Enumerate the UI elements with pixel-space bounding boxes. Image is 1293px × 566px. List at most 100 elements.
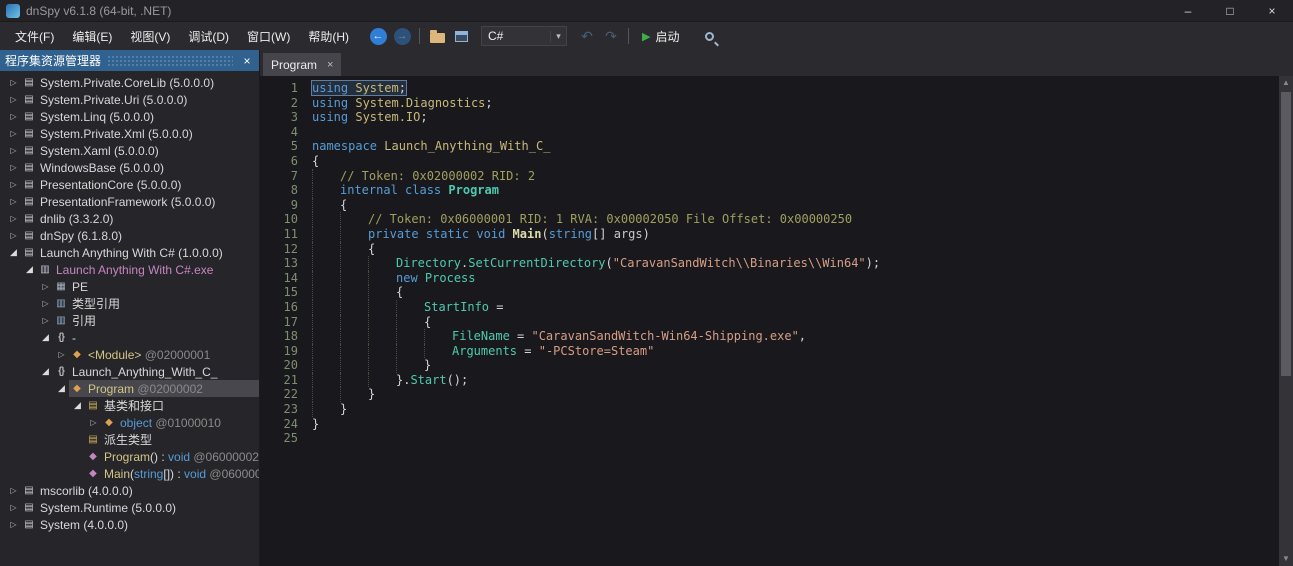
tree-item[interactable]: ◢▥Launch Anything With C#.exe bbox=[0, 261, 259, 278]
code-line[interactable]: 8internal class Program bbox=[260, 183, 1279, 198]
tree-item[interactable]: ▷◆<Module> @02000001 bbox=[0, 346, 259, 363]
code-line[interactable]: 15{ bbox=[260, 285, 1279, 300]
tree-item[interactable]: ▷▤System (4.0.0.0) bbox=[0, 516, 259, 533]
code-view[interactable]: 1using System;2using System.Diagnostics;… bbox=[260, 76, 1279, 566]
tree-item[interactable]: ▷▤System.Linq (5.0.0.0) bbox=[0, 108, 259, 125]
tree-item[interactable]: ▷▤WindowsBase (5.0.0.0) bbox=[0, 159, 259, 176]
expand-arrow-icon[interactable]: ▷ bbox=[6, 180, 21, 189]
redo-button[interactable]: ↷ bbox=[599, 25, 623, 47]
expand-arrow-icon[interactable]: ▷ bbox=[6, 520, 21, 529]
code-line[interactable]: 11private static void Main(string[] args… bbox=[260, 227, 1279, 242]
code-line[interactable]: 21}.Start(); bbox=[260, 373, 1279, 388]
expand-arrow-icon[interactable]: ▷ bbox=[6, 78, 21, 87]
code-line[interactable]: 13Directory.SetCurrentDirectory("Caravan… bbox=[260, 256, 1279, 271]
tree-item[interactable]: ▷▤PresentationCore (5.0.0.0) bbox=[0, 176, 259, 193]
scroll-down-icon[interactable]: ▼ bbox=[1279, 552, 1293, 566]
code-line[interactable]: 19Arguments = "-PCStore=Steam" bbox=[260, 344, 1279, 359]
expand-arrow-icon[interactable]: ▷ bbox=[6, 95, 21, 104]
panel-close-button[interactable]: × bbox=[239, 54, 255, 68]
code-line[interactable]: 2using System.Diagnostics; bbox=[260, 96, 1279, 111]
forward-button[interactable]: → bbox=[390, 25, 414, 47]
tree-item[interactable]: ▷▤dnlib (3.3.2.0) bbox=[0, 210, 259, 227]
expand-arrow-icon[interactable]: ▷ bbox=[86, 418, 101, 427]
tree-item[interactable]: ▷▤System.Private.CoreLib (5.0.0.0) bbox=[0, 74, 259, 91]
expand-arrow-icon[interactable]: ▷ bbox=[38, 316, 53, 325]
tree-item[interactable]: ▷▦PE bbox=[0, 278, 259, 295]
code-line[interactable]: 14new Process bbox=[260, 271, 1279, 286]
code-line[interactable]: 18FileName = "CaravanSandWitch-Win64-Shi… bbox=[260, 329, 1279, 344]
tree-item[interactable]: ◆Main(string[]) : void @06000001 bbox=[0, 465, 259, 482]
expand-arrow-icon[interactable]: ▷ bbox=[54, 350, 69, 359]
code-line[interactable]: 6{ bbox=[260, 154, 1279, 169]
code-line[interactable]: 4 bbox=[260, 125, 1279, 140]
expand-arrow-icon[interactable]: ▷ bbox=[6, 231, 21, 240]
panel-header[interactable]: 程序集资源管理器 × bbox=[0, 50, 259, 71]
code-line[interactable]: 7// Token: 0x02000002 RID: 2 bbox=[260, 169, 1279, 184]
scrollbar-thumb[interactable] bbox=[1281, 92, 1291, 376]
expand-arrow-icon[interactable]: ▷ bbox=[6, 163, 21, 172]
open-module-button[interactable] bbox=[449, 25, 473, 47]
tree-item[interactable]: ◢▤Launch Anything With C# (1.0.0.0) bbox=[0, 244, 259, 261]
code-line[interactable]: 10// Token: 0x06000001 RID: 1 RVA: 0x000… bbox=[260, 212, 1279, 227]
code-line[interactable]: 5namespace Launch_Anything_With_C_ bbox=[260, 139, 1279, 154]
code-line[interactable]: 16StartInfo = bbox=[260, 300, 1279, 315]
menu-item[interactable]: 编辑(E) bbox=[63, 22, 121, 50]
tree-item[interactable]: ▷▥类型引用 bbox=[0, 295, 259, 312]
expand-arrow-icon[interactable]: ▷ bbox=[6, 146, 21, 155]
code-line[interactable]: 12{ bbox=[260, 242, 1279, 257]
scroll-up-icon[interactable]: ▲ bbox=[1279, 76, 1293, 90]
code-line[interactable]: 23} bbox=[260, 402, 1279, 417]
minimize-button[interactable]: – bbox=[1167, 0, 1209, 22]
menu-item[interactable]: 窗口(W) bbox=[238, 22, 299, 50]
search-button[interactable] bbox=[697, 25, 721, 47]
expand-arrow-icon[interactable]: ▷ bbox=[38, 282, 53, 291]
expand-arrow-icon[interactable]: ▷ bbox=[6, 214, 21, 223]
start-button[interactable]: ▶ 启动 bbox=[634, 25, 687, 47]
close-button[interactable]: × bbox=[1251, 0, 1293, 22]
code-line[interactable]: 25 bbox=[260, 431, 1279, 446]
expand-arrow-icon[interactable]: ▷ bbox=[38, 299, 53, 308]
collapse-arrow-icon[interactable]: ◢ bbox=[70, 400, 85, 411]
language-select[interactable]: C# ▾ bbox=[481, 26, 567, 46]
code-line[interactable]: 22} bbox=[260, 387, 1279, 402]
tree-item[interactable]: ▷▤System.Xaml (5.0.0.0) bbox=[0, 142, 259, 159]
menu-item[interactable]: 视图(V) bbox=[121, 22, 179, 50]
back-button[interactable]: ← bbox=[366, 25, 390, 47]
menu-item[interactable]: 调试(D) bbox=[179, 22, 238, 50]
code-line[interactable]: 3using System.IO; bbox=[260, 110, 1279, 125]
collapse-arrow-icon[interactable]: ◢ bbox=[6, 247, 21, 258]
tree-item[interactable]: ▷▤System.Private.Uri (5.0.0.0) bbox=[0, 91, 259, 108]
maximize-button[interactable]: □ bbox=[1209, 0, 1251, 22]
tree-item[interactable]: ▷▤System.Private.Xml (5.0.0.0) bbox=[0, 125, 259, 142]
collapse-arrow-icon[interactable]: ◢ bbox=[54, 383, 69, 394]
tree-item[interactable]: ◢◆Program @02000002 bbox=[0, 380, 259, 397]
menu-item[interactable]: 文件(F) bbox=[6, 22, 63, 50]
expand-arrow-icon[interactable]: ▷ bbox=[6, 197, 21, 206]
open-file-button[interactable] bbox=[425, 25, 449, 47]
expand-arrow-icon[interactable]: ▷ bbox=[6, 112, 21, 121]
expand-arrow-icon[interactable]: ▷ bbox=[6, 129, 21, 138]
tree-item[interactable]: ▤派生类型 bbox=[0, 431, 259, 448]
tree-item[interactable]: ▷▥引用 bbox=[0, 312, 259, 329]
collapse-arrow-icon[interactable]: ◢ bbox=[38, 366, 53, 377]
tree-item[interactable]: ▷▤mscorlib (4.0.0.0) bbox=[0, 482, 259, 499]
code-line[interactable]: 17{ bbox=[260, 315, 1279, 330]
tree-item[interactable]: ▷◆object @01000010 bbox=[0, 414, 259, 431]
vertical-scrollbar[interactable]: ▲ ▼ bbox=[1279, 76, 1293, 566]
tree-item[interactable]: ▷▤PresentationFramework (5.0.0.0) bbox=[0, 193, 259, 210]
tree-item[interactable]: ◢{}Launch_Anything_With_C_ bbox=[0, 363, 259, 380]
tree-item[interactable]: ▷▤System.Runtime (5.0.0.0) bbox=[0, 499, 259, 516]
tree-item[interactable]: ◢▤基类和接口 bbox=[0, 397, 259, 414]
tab-close-icon[interactable]: × bbox=[327, 59, 333, 71]
code-line[interactable]: 24} bbox=[260, 417, 1279, 432]
collapse-arrow-icon[interactable]: ◢ bbox=[38, 332, 53, 343]
collapse-arrow-icon[interactable]: ◢ bbox=[22, 264, 37, 275]
tree-item[interactable]: ▷▤dnSpy (6.1.8.0) bbox=[0, 227, 259, 244]
tree-item[interactable]: ◢{}- bbox=[0, 329, 259, 346]
undo-button[interactable]: ↶ bbox=[575, 25, 599, 47]
code-line[interactable]: 9{ bbox=[260, 198, 1279, 213]
code-line[interactable]: 20} bbox=[260, 358, 1279, 373]
expand-arrow-icon[interactable]: ▷ bbox=[6, 503, 21, 512]
code-line[interactable]: 1using System; bbox=[260, 81, 1279, 96]
menu-item[interactable]: 帮助(H) bbox=[299, 22, 358, 50]
